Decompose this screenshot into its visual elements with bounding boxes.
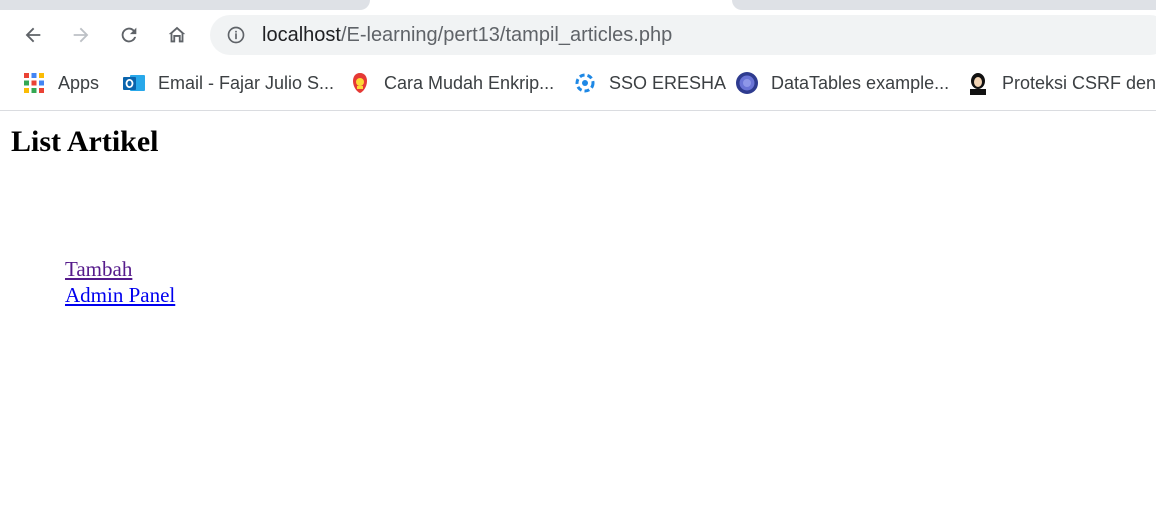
page-title: List Artikel [11,125,159,158]
home-icon [168,26,186,43]
bookmark-datatables[interactable]: DataTables example... [735,71,949,95]
bookmark-label: DataTables example... [771,72,950,93]
bookmark-csrf[interactable]: Proteksi CSRF deng [966,71,1156,95]
address-bar[interactable]: localhost/E-learning/pert13/tampil_artic… [210,15,1156,55]
bookmark-label: SSO ERESHA [609,72,727,93]
back-button[interactable] [18,20,48,50]
sso-icon [573,71,597,95]
page-content: List Artikel Tambah Admin Panel [0,111,1156,506]
bookmark-label: Cara Mudah Enkrip... [384,72,555,93]
bookmarks-bar: Apps Email - Fajar Julio S... Cara Mudah… [0,62,1156,111]
site-favicon-icon [348,71,372,95]
active-tab[interactable] [370,0,732,10]
bookmark-enkripsi[interactable]: Cara Mudah Enkrip... [348,71,554,95]
link-list: Tambah Admin Panel [65,256,175,308]
url-text[interactable]: localhost/E-learning/pert13/tampil_artic… [262,24,672,47]
arrow-right-icon [73,27,89,43]
bookmark-email[interactable]: Email - Fajar Julio S... [122,71,334,95]
tab-right-edge [732,0,742,10]
forward-button[interactable] [66,20,96,50]
bookmark-label: Apps [58,72,100,93]
reload-button[interactable] [114,20,144,50]
url-path: /E-learning/pert13/tampil_articles.php [340,24,673,46]
url-host: localhost [262,24,341,46]
tab-left-edge [360,0,370,10]
outlook-icon [122,71,146,95]
bookmark-sso[interactable]: SSO ERESHA [573,71,726,95]
tab-strip [0,0,1156,10]
datatables-icon [735,71,759,95]
reload-icon [121,27,137,43]
arrow-left-icon [25,27,41,43]
avatar-favicon-icon [966,71,990,95]
bookmark-label: Email - Fajar Julio S... [158,72,335,93]
info-icon[interactable] [226,25,246,45]
bookmark-label: Proteksi CSRF deng [1002,72,1156,93]
browser-toolbar: localhost/E-learning/pert13/tampil_artic… [0,10,1156,62]
admin-panel-link[interactable]: Admin Panel [65,282,175,308]
tambah-link[interactable]: Tambah [65,256,175,282]
apps-grid-icon [22,71,46,95]
bookmark-apps[interactable]: Apps [22,71,99,95]
home-button[interactable] [162,20,192,50]
